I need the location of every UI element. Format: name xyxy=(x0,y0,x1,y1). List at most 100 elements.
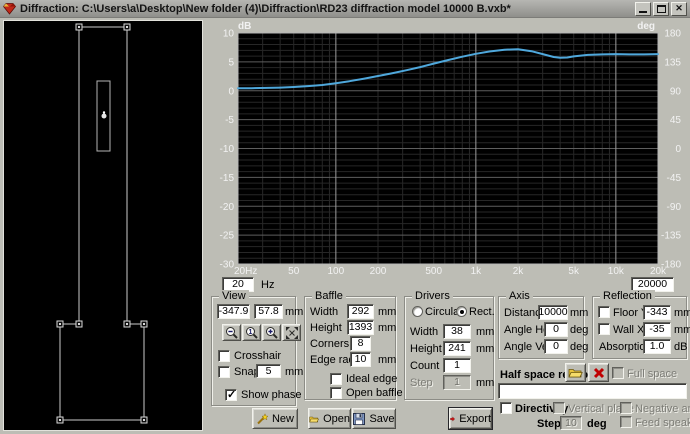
directivity-step-unit: deg xyxy=(587,418,607,430)
floor-field[interactable]: -343 xyxy=(643,305,671,320)
angle-ver-unit: deg xyxy=(570,341,589,353)
view-y-field: 57.8 xyxy=(254,304,283,319)
reflection-group-legend: Reflection xyxy=(600,290,655,302)
absorption-unit: dB xyxy=(674,341,688,353)
drivers-group-legend: Drivers xyxy=(412,290,453,302)
clear-response-button[interactable] xyxy=(588,363,609,382)
new-button-label: New xyxy=(271,412,294,425)
svg-text:20k: 20k xyxy=(650,266,667,277)
svg-text:-25: -25 xyxy=(220,231,235,242)
distance-field[interactable]: 10000 xyxy=(538,305,568,320)
view-group-legend: View xyxy=(219,290,249,302)
maximize-button[interactable] xyxy=(653,1,669,16)
svg-text:5k: 5k xyxy=(568,266,580,277)
zoom-fit-button[interactable] xyxy=(282,324,301,341)
snap-field[interactable]: 5 xyxy=(256,364,281,378)
baffle-width-field[interactable]: 292 xyxy=(347,304,374,319)
full-space-checkbox xyxy=(612,367,624,379)
load-response-button[interactable] xyxy=(565,363,586,382)
rect-label: Rect. xyxy=(469,306,495,318)
zoom-out-button[interactable] xyxy=(222,324,241,341)
app-window: Diffraction: C:\Users\a\Desktop\New fold… xyxy=(0,0,690,434)
snap-unit-label: mm xyxy=(285,366,304,378)
baffle-corners-label: Corners xyxy=(310,338,350,350)
app-icon xyxy=(3,2,16,15)
svg-text:-30: -30 xyxy=(220,260,235,271)
save-button-label: Save xyxy=(369,412,395,425)
driver-height-unit: mm xyxy=(476,343,495,355)
negative-angles-label: Negative angles xyxy=(635,403,690,415)
angle-hor-field[interactable]: 0 xyxy=(544,322,568,337)
directivity-checkbox[interactable] xyxy=(500,402,512,414)
crosshair-label: Crosshair xyxy=(234,350,282,362)
driver-height-label: Height xyxy=(410,343,442,355)
baffle-edge-rad-field[interactable]: 10 xyxy=(350,352,371,367)
svg-text:90: 90 xyxy=(670,86,682,97)
baffle-canvas[interactable] xyxy=(3,20,203,431)
export-button-label: Export xyxy=(459,412,491,425)
svg-text:deg: deg xyxy=(637,21,655,32)
svg-text:1k: 1k xyxy=(471,266,483,277)
export-arrow-icon xyxy=(450,416,455,421)
svg-text:0: 0 xyxy=(675,144,681,155)
open-button-label: Open xyxy=(323,412,350,425)
wall-field[interactable]: -35 xyxy=(643,322,671,337)
svg-text:-5: -5 xyxy=(225,115,234,126)
view-group: View -347.9 57.8 mm 1 Crosshair Snap 5 m… xyxy=(211,290,303,406)
axis-group: Axis Distance 10000 mm Angle Hor 0 deg A… xyxy=(498,290,588,359)
wall-checkbox[interactable] xyxy=(598,323,610,335)
svg-text:-15: -15 xyxy=(220,173,235,184)
baffle-group: Baffle Width 292 mm Height 1393 mm Corne… xyxy=(304,290,403,400)
snap-checkbox[interactable] xyxy=(218,366,230,378)
feed-speaker-checkbox xyxy=(620,416,632,428)
floor-checkbox[interactable] xyxy=(598,306,610,318)
baffle-height-field[interactable]: 1393 xyxy=(347,320,374,335)
angle-hor-unit: deg xyxy=(570,324,589,336)
svg-text:-135: -135 xyxy=(661,231,681,242)
rect-radio[interactable] xyxy=(456,306,467,317)
distance-unit: mm xyxy=(570,307,589,319)
ideal-edge-label: Ideal edge xyxy=(346,373,398,385)
baffle-height-unit: mm xyxy=(378,322,397,334)
half-space-file-field[interactable] xyxy=(498,383,687,399)
baffle-group-legend: Baffle xyxy=(312,290,346,302)
baffle-corners-field[interactable]: 8 xyxy=(350,336,371,351)
vertical-plane-checkbox xyxy=(553,402,565,414)
driver-count-label: Count xyxy=(410,360,440,372)
open-baffle-checkbox[interactable] xyxy=(330,387,342,399)
close-button[interactable]: ✕ xyxy=(671,1,687,16)
axis-group-legend: Axis xyxy=(506,290,533,302)
svg-text:500: 500 xyxy=(425,266,442,277)
baffle-width-unit: mm xyxy=(378,306,397,318)
title-bar: Diffraction: C:\Users\a\Desktop\New fold… xyxy=(0,0,690,18)
driver-height-field[interactable]: 241 xyxy=(443,341,471,356)
show-phase-checkbox[interactable] xyxy=(225,388,237,401)
svg-text:-10: -10 xyxy=(220,144,235,155)
svg-text:100: 100 xyxy=(328,266,345,277)
view-x-field: -347.9 xyxy=(217,304,250,319)
driver-width-label: Width xyxy=(410,326,439,338)
svg-text:0: 0 xyxy=(228,86,234,97)
driver-count-field[interactable]: 1 xyxy=(443,358,471,373)
svg-text:dB: dB xyxy=(238,21,251,32)
svg-text:200: 200 xyxy=(370,266,387,277)
angle-ver-field[interactable]: 0 xyxy=(544,339,568,354)
save-button[interactable]: Save xyxy=(352,408,396,429)
floppy-disk-icon xyxy=(353,412,366,425)
ideal-edge-checkbox[interactable] xyxy=(330,373,342,385)
driver-width-field[interactable]: 38 xyxy=(443,324,471,339)
circular-radio[interactable] xyxy=(412,306,423,317)
open-button[interactable]: Open xyxy=(308,408,351,429)
baffle-width-label: Width xyxy=(310,306,339,318)
driver-width-unit: mm xyxy=(476,326,495,338)
zoom-in-button[interactable] xyxy=(262,324,281,341)
new-button[interactable]: New xyxy=(252,408,298,429)
zoom-reset-button[interactable]: 1 xyxy=(242,324,261,341)
driver-step-unit: mm xyxy=(476,377,495,389)
svg-text:-20: -20 xyxy=(220,202,235,213)
absorption-field[interactable]: 1.0 xyxy=(643,339,671,354)
minimize-button[interactable] xyxy=(635,1,651,16)
export-button[interactable]: Export xyxy=(448,407,493,430)
drivers-group: Drivers Circular Rect. Width 38 mm Heigh… xyxy=(404,290,495,400)
crosshair-checkbox[interactable] xyxy=(218,350,230,362)
